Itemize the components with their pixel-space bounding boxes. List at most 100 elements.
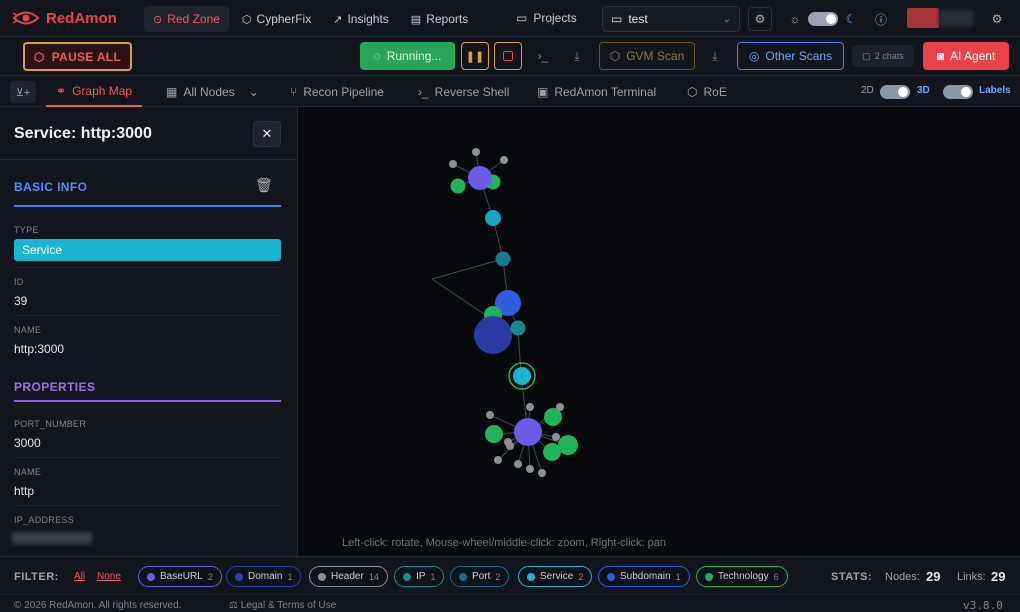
running-button[interactable]: ◌ Running... xyxy=(360,42,455,70)
gear-icon: ⚙ xyxy=(754,12,766,26)
graph-node-header[interactable] xyxy=(514,460,522,468)
nav-reports[interactable]: ▤ Reports xyxy=(402,6,477,32)
tab-graph-map[interactable]: ⚭ Graph Map xyxy=(46,76,143,107)
tab-terminal[interactable]: ▣ RedAmon Terminal xyxy=(537,76,656,107)
filter-plus-icon: ⊻+ xyxy=(15,86,31,99)
pause-button[interactable]: ❚❚ xyxy=(461,42,489,70)
nav-cypherfix[interactable]: ⬡ CypherFix xyxy=(233,6,320,32)
filter-chip-header[interactable]: Header 14 xyxy=(309,566,388,587)
labels-toggle[interactable] xyxy=(943,85,973,99)
chip-count: 2 xyxy=(495,571,501,582)
user-name-redacted xyxy=(939,10,973,26)
graph-node-service[interactable] xyxy=(485,210,501,226)
target-icon: ⊙ xyxy=(153,13,163,26)
filter-none-link[interactable]: None xyxy=(97,571,121,582)
avatar[interactable] xyxy=(907,8,939,28)
dimension-toggle[interactable] xyxy=(880,85,910,99)
graph-node-header[interactable] xyxy=(449,160,457,168)
graph-node-header[interactable] xyxy=(486,411,494,419)
graph-node-ip[interactable] xyxy=(510,320,526,336)
stop-button[interactable] xyxy=(494,42,522,70)
top-bar: RedAmon ⊙ Red Zone ⬡ CypherFix ↗ Insight… xyxy=(0,0,1020,37)
graph-node-technology[interactable] xyxy=(544,408,562,426)
pause-icon: ❚❚ xyxy=(465,50,485,63)
name-value: http:3000 xyxy=(14,342,65,356)
project-settings-button[interactable]: ⚙ xyxy=(748,7,772,31)
filter-chip-technology[interactable]: Technology 6 xyxy=(696,566,788,587)
sun-icon: ☼ xyxy=(789,12,801,26)
nodes-stat-label: Nodes: xyxy=(885,571,920,583)
graph-node-technology[interactable] xyxy=(485,425,503,443)
graph-node-header[interactable] xyxy=(552,433,560,441)
table-icon: ▦ xyxy=(166,84,178,99)
filter-all-link[interactable]: All xyxy=(74,571,85,582)
action-bar: ⬡ PAUSE ALL ◌ Running... ❚❚ ›_ ⤓ ⬡ GVM S… xyxy=(0,37,1020,76)
project-select-value: test xyxy=(628,12,648,26)
graph-node-header[interactable] xyxy=(526,465,534,473)
graph-controls-hint: Left-click: rotate, Mouse-wheel/middle-c… xyxy=(342,537,667,549)
tab-all-nodes[interactable]: ▦ All Nodes ⌄ xyxy=(166,76,259,107)
id-value: 39 xyxy=(14,294,28,308)
graph-node-header[interactable] xyxy=(500,156,508,164)
graph-node-header[interactable] xyxy=(526,403,534,411)
pause-all-button[interactable]: ⬡ PAUSE ALL xyxy=(23,42,132,71)
tab-reverse-shell-label: Reverse Shell xyxy=(434,84,510,99)
scale-icon: ⚖ xyxy=(229,600,238,611)
graph-node-technology[interactable] xyxy=(543,443,561,461)
graph-node-port[interactable] xyxy=(495,251,511,267)
filter-chip-subdomain[interactable]: Subdomain 1 xyxy=(598,566,690,587)
filter-chip-ip[interactable]: IP 1 xyxy=(394,566,445,587)
filter-chip-service[interactable]: Service 2 xyxy=(518,566,593,587)
chip-label: IP xyxy=(416,571,426,582)
download-button[interactable]: ⤓ xyxy=(565,42,589,70)
graph-node-header[interactable] xyxy=(472,148,480,156)
help-button[interactable]: ⓘ xyxy=(870,8,892,30)
prop-name-label: NAME xyxy=(14,467,42,477)
close-panel-button[interactable]: ✕ xyxy=(253,121,281,147)
nav-insights[interactable]: ↗ Insights xyxy=(324,6,398,32)
graph-node-domain[interactable] xyxy=(474,316,512,354)
graph-canvas[interactable]: Left-click: rotate, Mouse-wheel/middle-c… xyxy=(298,107,1020,556)
other-scans-button[interactable]: ◎ Other Scans xyxy=(737,42,844,70)
tab-roe[interactable]: ⬡ RoE xyxy=(687,76,727,107)
graph-node-header[interactable] xyxy=(494,456,502,464)
graph-node-header[interactable] xyxy=(506,442,514,450)
delete-node-button[interactable]: 🗑 xyxy=(255,177,273,194)
filter-chip-domain[interactable]: Domain 1 xyxy=(226,566,302,587)
running-label: Running... xyxy=(386,49,442,63)
settings-button[interactable]: ⚙ xyxy=(986,8,1008,30)
nodes-stat-value: 29 xyxy=(926,569,941,584)
field-divider xyxy=(14,505,281,506)
filter-chip-baseurl[interactable]: BaseURL 2 xyxy=(138,566,222,587)
brand-logo[interactable]: RedAmon xyxy=(12,7,117,29)
graph-node-technology[interactable] xyxy=(450,178,466,194)
filter-toggle-button[interactable]: ⊻+ xyxy=(10,81,36,103)
tab-reverse-shell[interactable]: ›_ Reverse Shell xyxy=(418,76,509,107)
nav-insights-label: Insights xyxy=(347,12,389,26)
filter-chip-port[interactable]: Port 2 xyxy=(450,566,510,587)
moon-icon: ☾ xyxy=(845,12,857,26)
graph-node-baseurl[interactable] xyxy=(514,418,542,446)
graph-node-header[interactable] xyxy=(538,469,546,477)
graph-node-service-selected[interactable] xyxy=(513,367,531,385)
chip-label: Technology xyxy=(718,571,769,582)
gvm-scan-button[interactable]: ⬡ GVM Scan xyxy=(599,42,695,70)
legal-link[interactable]: ⚖ Legal & Terms of Use xyxy=(229,600,336,611)
graph-svg[interactable] xyxy=(298,107,1020,556)
chats-button[interactable]: ▢ 2 chats xyxy=(852,45,914,67)
graph-node-baseurl[interactable] xyxy=(468,166,492,190)
ai-agent-button[interactable]: ◙ AI Agent xyxy=(923,42,1009,70)
tab-recon-pipeline[interactable]: ⑂ Recon Pipeline xyxy=(290,76,384,107)
ip-address-label: IP_ADDRESS xyxy=(14,515,75,525)
gvm-download-button[interactable]: ⤓ xyxy=(703,42,727,70)
shield-icon: ⬡ xyxy=(33,49,45,64)
ai-agent-label: AI Agent xyxy=(949,49,996,63)
download-icon: ⤓ xyxy=(712,48,718,63)
projects-link[interactable]: ▭ Projects xyxy=(516,11,577,25)
terminal-button[interactable]: ›_ xyxy=(531,42,555,70)
chip-count: 1 xyxy=(430,571,436,582)
properties-divider xyxy=(14,400,281,402)
project-select[interactable]: ▭ test ⌄ xyxy=(602,6,740,32)
nav-red-zone[interactable]: ⊙ Red Zone xyxy=(144,6,229,32)
theme-toggle[interactable] xyxy=(808,12,838,26)
